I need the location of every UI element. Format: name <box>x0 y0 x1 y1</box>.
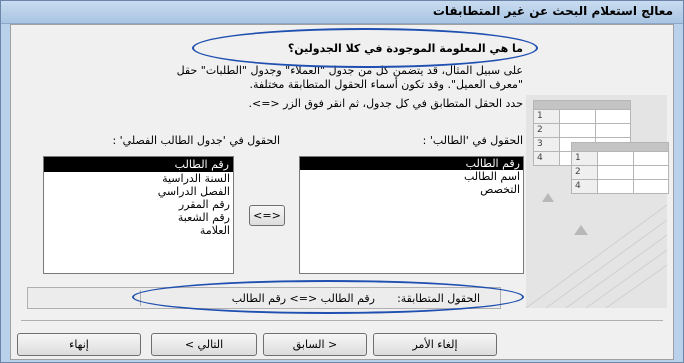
right-field-item[interactable]: رقم المقرر <box>44 198 233 211</box>
right-field-item[interactable]: رقم الشعبة <box>44 211 233 224</box>
left-field-item[interactable]: التخصص <box>300 183 523 196</box>
left-field-item[interactable]: رقم الطالب <box>300 157 523 170</box>
right-field-item[interactable]: الفصل الدراسي <box>44 185 233 198</box>
right-table-fields-label: الحقول في 'جدول الطالب الفصلي' : <box>112 134 280 147</box>
right-field-item[interactable]: رقم الطالب <box>44 157 233 172</box>
next-button[interactable]: التالي > <box>151 333 257 356</box>
cancel-button[interactable]: إلغاء الأمر <box>373 333 497 356</box>
instruction-text: حدد الحقل المتطابق في كل جدول، ثم انقر ف… <box>248 97 523 110</box>
wizard-window: معالج استعلام البحث عن غير المتطابقات ما… <box>0 0 684 363</box>
window-title: معالج استعلام البحث عن غير المتطابقات <box>432 4 673 18</box>
finish-button[interactable]: إنهاء <box>17 333 141 356</box>
left-table-fields-label: الحقول في 'الطالب' : <box>422 134 523 147</box>
right-field-item[interactable]: العلامة <box>44 224 233 237</box>
title-bar: معالج استعلام البحث عن غير المتطابقات <box>1 1 683 24</box>
right-fields-list[interactable]: رقم الطالب السنة الدراسية الفصل الدراسي … <box>43 156 234 274</box>
example-description: على سبيل المثال، قد يتضمن كل من جدول "ال… <box>176 64 523 91</box>
decorative-tables-graphic: 1 2 3 4 1 2 4 <box>526 95 669 308</box>
matching-highlight-oval <box>132 280 524 314</box>
footer-divider <box>21 320 663 321</box>
link-arrows-icon <box>526 193 667 308</box>
left-fields-list[interactable]: رقم الطالب اسم الطالب التخصص <box>299 156 524 274</box>
right-field-item[interactable]: السنة الدراسية <box>44 172 233 185</box>
left-field-item[interactable]: اسم الطالب <box>300 170 523 183</box>
question-highlight-oval <box>192 28 538 68</box>
back-button[interactable]: < السابق <box>263 333 367 356</box>
match-fields-button[interactable]: <=> <box>249 205 285 226</box>
